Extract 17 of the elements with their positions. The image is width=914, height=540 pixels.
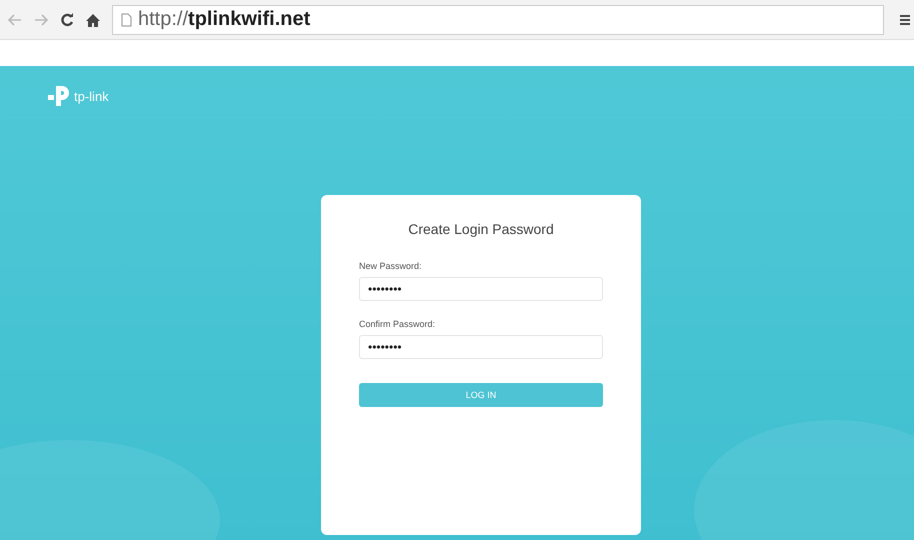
reload-icon [60, 12, 74, 26]
logo-icon [48, 86, 70, 106]
password-field[interactable]: •••••••• [359, 335, 603, 359]
back-arrow-icon [8, 14, 22, 26]
forward-arrow-icon [34, 14, 48, 26]
menu-icon [900, 14, 910, 26]
page-icon [121, 12, 132, 26]
address-bar[interactable]: http://tplinkwifi.net [112, 4, 884, 34]
home-icon [86, 12, 100, 26]
home-button[interactable] [86, 12, 100, 26]
password-field[interactable]: •••••••• [359, 277, 603, 301]
field-label: Confirm Password: [359, 319, 436, 329]
brand-name: tp-link [74, 88, 109, 104]
reload-button[interactable] [60, 12, 74, 26]
url-text: http://tplinkwifi.net [138, 8, 310, 31]
field-label: New Password: [359, 261, 423, 271]
card-title: Create Login Password [407, 221, 555, 237]
